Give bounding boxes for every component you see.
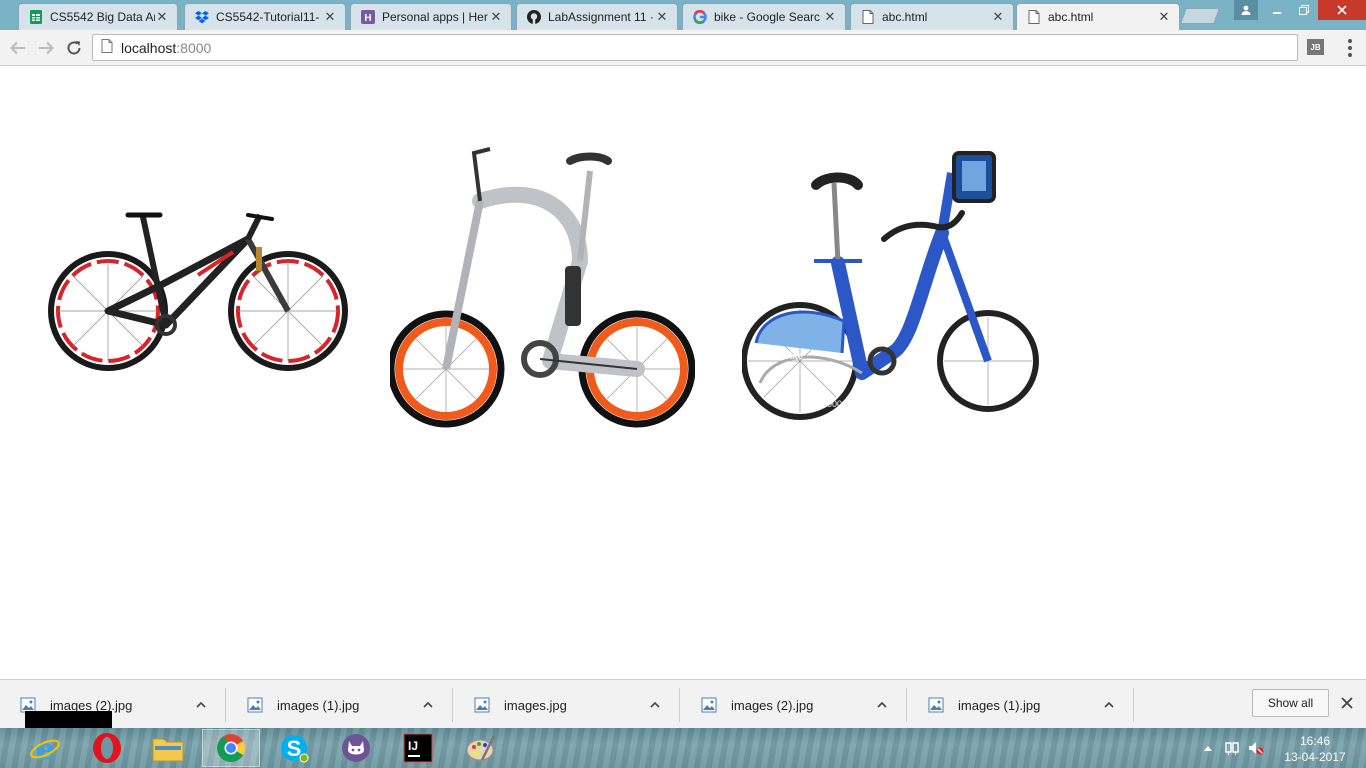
page-content: citi bike 00002 [0, 67, 1366, 679]
tab-title: abc.html [882, 10, 928, 24]
download-item[interactable]: images.jpg [454, 688, 680, 722]
tab-close-icon[interactable]: ✕ [655, 9, 669, 25]
svg-text:H: H [364, 13, 371, 24]
page-info-icon[interactable] [101, 39, 113, 56]
svg-text:IJ: IJ [408, 739, 418, 753]
skype-icon[interactable]: S [265, 729, 323, 767]
page-icon [1027, 10, 1041, 24]
close-shelf-icon[interactable] [1339, 695, 1355, 711]
citibike-number-label: 00002 [822, 399, 847, 409]
windows-taskbar: e S IJ 16:46 13-04-2017 [0, 728, 1366, 768]
e-bike-image [390, 147, 695, 428]
intellij-idea-icon[interactable]: IJ [389, 729, 447, 767]
new-tab-button[interactable] [1180, 8, 1220, 24]
clock-date: 13-04-2017 [1284, 750, 1346, 764]
image-file-icon [701, 697, 717, 713]
download-shelf: images (2).jpg images (1).jpg images.jpg… [0, 679, 1366, 728]
tab-title: bike - Google Searc [714, 10, 821, 24]
tab-title: Personal apps | Her [382, 10, 488, 24]
page-icon [861, 10, 875, 24]
paint-icon[interactable] [451, 729, 509, 767]
tab-title: abc.html [1048, 10, 1094, 24]
download-item[interactable]: images (1).jpg [908, 688, 1134, 722]
restore-icon[interactable] [1291, 0, 1317, 20]
tab-close-icon[interactable]: ✕ [323, 9, 337, 25]
user-icon[interactable] [1234, 0, 1258, 20]
google-sheets-icon [29, 10, 43, 24]
url-host: localhost [121, 39, 177, 56]
svg-text:S: S [287, 736, 302, 761]
tab-title: LabAssignment 11 · [548, 10, 654, 24]
tab-close-icon[interactable]: ✕ [155, 9, 169, 25]
clock-time: 16:46 [1299, 734, 1331, 748]
github-icon [527, 10, 541, 24]
tab-close-icon[interactable]: ✕ [1157, 9, 1171, 25]
file-explorer-icon[interactable] [139, 729, 197, 767]
download-item[interactable]: images (2).jpg [681, 688, 907, 722]
tab-sheets[interactable]: CS5542 Big Data An ✕ [18, 3, 178, 30]
show-all-downloads-button[interactable]: Show all [1252, 689, 1329, 717]
tab-dropbox[interactable]: CS5542-Tutorial11- ✕ [184, 3, 346, 30]
image-file-icon [247, 697, 263, 713]
tab-title: CS5542 Big Data An [50, 10, 155, 24]
show-hidden-icons-icon[interactable] [1200, 728, 1216, 768]
internet-explorer-icon[interactable]: e [16, 729, 74, 767]
download-filename: images (1).jpg [958, 697, 1041, 713]
image-file-icon [474, 697, 490, 713]
download-filename: images (1).jpg [277, 697, 360, 713]
tab-heroku[interactable]: H Personal apps | Her ✕ [350, 3, 512, 30]
tab-abc-1[interactable]: abc.html ✕ [850, 3, 1014, 30]
tab-title: CS5542-Tutorial11- [216, 10, 320, 24]
tab-close-icon[interactable]: ✕ [991, 9, 1005, 25]
citi-bike-image: citi bike 00002 [742, 151, 1039, 420]
reload-icon[interactable] [64, 38, 84, 58]
heroku-icon: H [361, 10, 375, 24]
download-filename: images (2).jpg [731, 697, 814, 713]
svg-text:e: e [35, 732, 54, 764]
tab-close-icon[interactable]: ✕ [489, 9, 503, 25]
volume-muted-icon[interactable] [1246, 728, 1266, 768]
image-file-icon [928, 697, 944, 713]
browser-toolbar: localhost:8000 JB [0, 30, 1366, 66]
tab-google-search[interactable]: bike - Google Searc ✕ [682, 3, 846, 30]
mountain-bike-image [48, 212, 348, 371]
url-port: :8000 [176, 39, 212, 56]
back-icon[interactable] [8, 38, 28, 58]
extension-icon[interactable]: JB [1307, 39, 1324, 55]
network-icon[interactable] [1222, 728, 1242, 768]
download-item[interactable]: images (1).jpg [227, 688, 453, 722]
citibike-brand-label: citi bike [766, 351, 804, 362]
tab-strip: CS5542 Big Data An ✕ CS5542-Tutorial11- … [0, 0, 1366, 30]
system-clock[interactable]: 16:46 13-04-2017 [1280, 733, 1350, 765]
opera-icon[interactable] [78, 729, 136, 767]
minimize-icon[interactable] [1264, 0, 1290, 20]
thumbnail-overlay [25, 711, 112, 728]
chevron-up-icon[interactable] [876, 699, 888, 711]
forward-icon[interactable] [36, 38, 56, 58]
tab-abc-2[interactable]: abc.html ✕ [1016, 3, 1180, 30]
tab-close-icon[interactable]: ✕ [823, 9, 837, 25]
dropbox-icon [195, 10, 209, 24]
chevron-up-icon[interactable] [422, 699, 434, 711]
google-icon [693, 10, 707, 24]
download-filename: images.jpg [504, 697, 567, 713]
chevron-up-icon[interactable] [649, 699, 661, 711]
chevron-up-icon[interactable] [195, 699, 207, 711]
chrome-icon[interactable] [202, 729, 260, 767]
tab-github[interactable]: LabAssignment 11 · ✕ [516, 3, 678, 30]
chrome-menu-icon[interactable] [1342, 38, 1358, 58]
address-bar[interactable]: localhost:8000 [92, 34, 1298, 61]
github-desktop-icon[interactable] [327, 729, 385, 767]
close-window-icon[interactable] [1318, 0, 1366, 20]
chevron-up-icon[interactable] [1103, 699, 1115, 711]
